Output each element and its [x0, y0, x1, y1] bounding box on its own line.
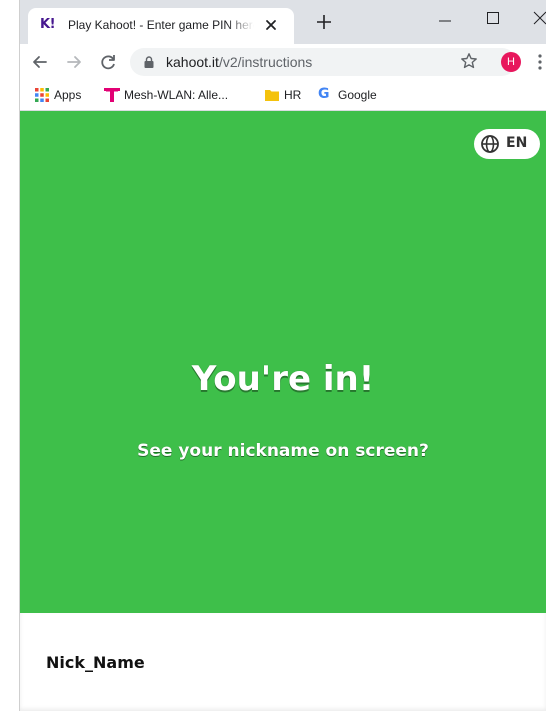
player-nickname: Nick_Name: [46, 653, 145, 672]
globe-icon: [481, 135, 499, 153]
bookmark-google[interactable]: G Google: [318, 86, 388, 103]
google-icon: G: [318, 86, 330, 102]
page-title: You're in!: [191, 359, 375, 399]
browser-toolbar: kahoot.it/v2/instructions H: [20, 44, 546, 80]
player-footer: Nick_Name: [20, 613, 546, 711]
bookmark-hr[interactable]: HR: [264, 87, 308, 103]
apps-grid-icon: [35, 88, 49, 102]
url-host: kahoot.it: [166, 54, 219, 70]
kahoot-favicon-icon: K!: [40, 17, 56, 32]
tab-title: Play Kahoot! - Enter game PIN here: [68, 18, 254, 32]
browser-tab-strip: K! Play Kahoot! - Enter game PIN here: [20, 0, 546, 44]
language-selector-button[interactable]: EN: [474, 129, 540, 159]
bookmarks-bar: Apps Mesh-WLAN: Alle... HR G Google: [20, 80, 546, 111]
bookmark-label: Google: [338, 88, 377, 102]
url-text: kahoot.it/v2/instructions: [166, 54, 312, 70]
bookmark-apps[interactable]: Apps: [34, 87, 94, 103]
new-tab-plus-icon[interactable]: [316, 14, 332, 30]
forward-arrow-icon[interactable]: [64, 52, 84, 72]
address-bar[interactable]: kahoot.it/v2/instructions: [130, 48, 516, 76]
reload-icon[interactable]: [98, 52, 118, 72]
bookmark-label: HR: [284, 88, 302, 102]
lock-icon: [144, 56, 154, 68]
status-panel: EN You're in! See your nickname on scree…: [20, 111, 546, 613]
url-path: /v2/instructions: [218, 54, 313, 70]
tab-close-icon[interactable]: [262, 16, 280, 34]
language-label: EN: [506, 135, 528, 151]
kebab-menu-icon[interactable]: [538, 54, 542, 70]
bookmark-label: Mesh-WLAN: Alle...: [124, 88, 229, 102]
window-maximize-icon[interactable]: [486, 11, 500, 25]
bookmark-mesh-wlan[interactable]: Mesh-WLAN: Alle...: [104, 87, 254, 103]
window-close-icon[interactable]: [533, 11, 546, 25]
telekom-icon: [104, 88, 120, 102]
back-arrow-icon[interactable]: [30, 52, 50, 72]
left-margin: [0, 0, 20, 711]
folder-icon: [265, 90, 279, 101]
bookmark-label: Apps: [54, 88, 82, 102]
window-minimize-icon[interactable]: [438, 14, 452, 28]
page-subtitle: See your nickname on screen?: [137, 441, 429, 461]
bookmark-star-icon[interactable]: [460, 52, 478, 70]
browser-tab-active[interactable]: K! Play Kahoot! - Enter game PIN here: [28, 8, 294, 44]
profile-avatar[interactable]: H: [501, 52, 521, 72]
